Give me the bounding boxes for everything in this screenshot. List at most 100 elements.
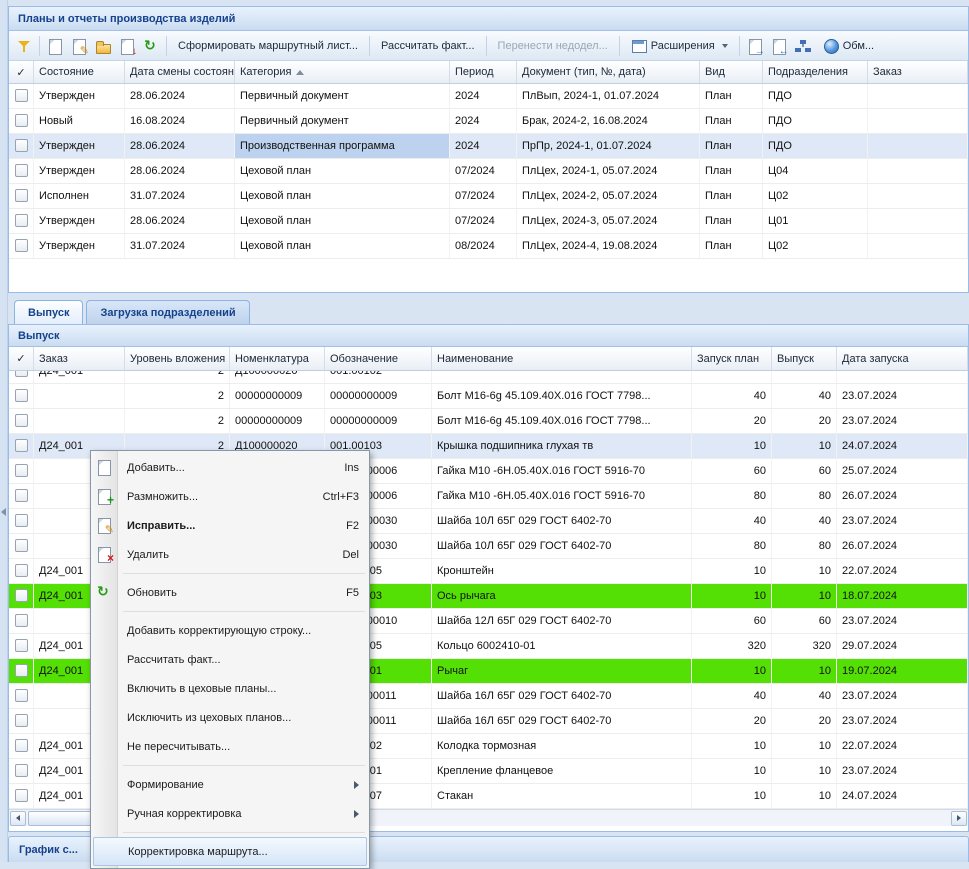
plans-column-header-category[interactable]: Категория — [235, 61, 450, 83]
bottom-tab-1[interactable]: Загрузка подразделений — [86, 300, 249, 324]
output-column-header-level[interactable]: Уровень вложения — [125, 347, 230, 370]
menu-item-formation[interactable]: Формирование — [91, 770, 369, 799]
row-checkbox[interactable] — [15, 489, 28, 502]
output-table-row[interactable]: 20000000000900000000009Болт М16-6g 45.10… — [9, 384, 968, 409]
doc-export-button[interactable] — [767, 34, 791, 58]
plans-column-header-state[interactable]: Состояние — [34, 61, 125, 83]
toolbar-separator — [166, 36, 167, 56]
output-column-header-out[interactable]: Выпуск — [772, 347, 837, 370]
plans-cell-order — [868, 159, 968, 183]
open-document-button[interactable] — [91, 34, 115, 58]
doc-import-button[interactable] — [743, 34, 767, 58]
collapse-left-icon[interactable] — [1, 508, 6, 516]
output-cell-out: 10 — [772, 434, 837, 458]
menu-item-add[interactable]: Добавить...Ins — [91, 453, 369, 482]
left-collapse-bar[interactable] — [0, 0, 8, 862]
row-checkbox[interactable] — [15, 164, 28, 177]
output-column-header-nomenclature[interactable]: Номенклатура — [230, 347, 325, 370]
row-checkbox[interactable] — [15, 439, 28, 452]
extensions-button[interactable]: Расширения — [623, 34, 736, 58]
row-checkbox[interactable] — [15, 189, 28, 202]
plans-table-row[interactable]: Исполнен31.07.2024Цеховой план07/2024ПлЦ… — [9, 184, 968, 209]
exchange-button[interactable]: Обм... — [815, 34, 882, 58]
row-checkbox[interactable] — [15, 564, 28, 577]
unload-document-button[interactable] — [115, 34, 139, 58]
form-route-list-button[interactable]: Сформировать маршрутный лист... — [170, 34, 366, 58]
menu-item-exclude-shop-plans[interactable]: Исключить из цеховых планов... — [91, 703, 369, 732]
edit-document-button[interactable] — [67, 34, 91, 58]
menu-item-include-shop-plans[interactable]: Включить в цеховые планы... — [91, 674, 369, 703]
plans-table-row[interactable]: Утвержден31.07.2024Цеховой план08/2024Пл… — [9, 234, 968, 259]
plans-column-header-doc[interactable]: Документ (тип, №, дата) — [517, 61, 700, 83]
filter-button[interactable] — [12, 34, 36, 58]
row-checkbox[interactable] — [15, 114, 28, 127]
plans-column-header-check[interactable]: ✓ — [9, 61, 34, 83]
bottom-tab-0[interactable]: Выпуск — [14, 300, 83, 324]
output-column-header-plan[interactable]: Запуск план — [692, 347, 772, 370]
row-checkbox[interactable] — [15, 664, 28, 677]
scroll-left-button[interactable] — [10, 811, 26, 826]
plans-table-row[interactable]: Новый16.08.2024Первичный документ2024Бра… — [9, 109, 968, 134]
menu-item-edit[interactable]: Исправить...F2 — [91, 511, 369, 540]
plans-table-row[interactable]: Утвержден28.06.2024Первичный документ202… — [9, 84, 968, 109]
plans-column-header-period[interactable]: Период — [450, 61, 517, 83]
row-checkbox[interactable] — [15, 714, 28, 727]
plans-cell-date: 31.07.2024 — [125, 184, 235, 208]
row-checkbox[interactable] — [15, 789, 28, 802]
plans-column-header-order[interactable]: Заказ — [868, 61, 968, 83]
row-checkbox[interactable] — [15, 639, 28, 652]
row-checkbox[interactable] — [15, 539, 28, 552]
menu-item-manual-correction[interactable]: Ручная корректировка — [91, 799, 369, 828]
plans-cell-check — [9, 109, 34, 133]
output-column-header-date[interactable]: Дата запуска — [837, 347, 968, 370]
output-table-row[interactable]: Д24_0012Д100000020001.00102 — [9, 371, 968, 384]
output-table-row[interactable]: 20000000000900000000009Болт М16-6g 45.10… — [9, 409, 968, 434]
row-checkbox[interactable] — [15, 614, 28, 627]
output-column-header-name[interactable]: Наименование — [432, 347, 692, 370]
output-column-header-order[interactable]: Заказ — [34, 347, 125, 370]
row-checkbox[interactable] — [15, 214, 28, 227]
menu-item-label: Обновить — [127, 587, 177, 599]
row-checkbox[interactable] — [15, 371, 28, 377]
row-checkbox[interactable] — [15, 239, 28, 252]
row-checkbox[interactable] — [15, 689, 28, 702]
output-cell-date: 22.07.2024 — [837, 559, 968, 583]
menu-separator — [123, 611, 365, 612]
row-checkbox[interactable] — [15, 589, 28, 602]
add-document-button[interactable] — [43, 34, 67, 58]
output-cell-date: 29.07.2024 — [837, 634, 968, 658]
row-checkbox[interactable] — [15, 514, 28, 527]
menu-item-multiply[interactable]: Размножить...Ctrl+F3 — [91, 482, 369, 511]
row-checkbox[interactable] — [15, 764, 28, 777]
row-checkbox[interactable] — [15, 414, 28, 427]
plans-table-row[interactable]: Утвержден28.06.2024Производственная прог… — [9, 134, 968, 159]
output-column-header-designation[interactable]: Обозначение — [325, 347, 432, 370]
row-checkbox[interactable] — [15, 389, 28, 402]
output-column-label: Выпуск — [777, 353, 814, 365]
output-cell-check — [9, 459, 34, 483]
plans-column-header-date[interactable]: Дата смены состояния — [125, 61, 235, 83]
calc-fact-button[interactable]: Рассчитать факт... — [373, 34, 483, 58]
icon-badge — [107, 552, 114, 565]
menu-item-refresh[interactable]: ОбновитьF5 — [91, 578, 369, 607]
row-checkbox[interactable] — [15, 89, 28, 102]
row-checkbox[interactable] — [15, 739, 28, 752]
menu-item-calc-fact[interactable]: Рассчитать факт... — [91, 645, 369, 674]
row-checkbox[interactable] — [15, 464, 28, 477]
menu-item-add-correction-row[interactable]: Добавить корректирующую строку... — [91, 616, 369, 645]
plans-column-header-division[interactable]: Подразделения — [763, 61, 868, 83]
menu-separator — [123, 765, 365, 766]
output-column-header-check[interactable]: ✓ — [9, 347, 34, 370]
plans-column-header-kind[interactable]: Вид — [700, 61, 763, 83]
menu-item-no-recalc[interactable]: Не пересчитывать... — [91, 732, 369, 761]
structure-button[interactable] — [791, 34, 815, 58]
row-checkbox[interactable] — [15, 139, 28, 152]
refresh-button[interactable] — [139, 34, 163, 58]
menu-item-label: Исключить из цеховых планов... — [127, 712, 291, 724]
plans-toolbar: Сформировать маршрутный лист... Рассчита… — [9, 31, 968, 61]
plans-table-row[interactable]: Утвержден28.06.2024Цеховой план07/2024Пл… — [9, 209, 968, 234]
plans-table-row[interactable]: Утвержден28.06.2024Цеховой план07/2024Пл… — [9, 159, 968, 184]
scroll-right-button[interactable] — [951, 811, 967, 826]
menu-item-delete[interactable]: УдалитьDel — [91, 540, 369, 569]
output-cell-date: 26.07.2024 — [837, 484, 968, 508]
